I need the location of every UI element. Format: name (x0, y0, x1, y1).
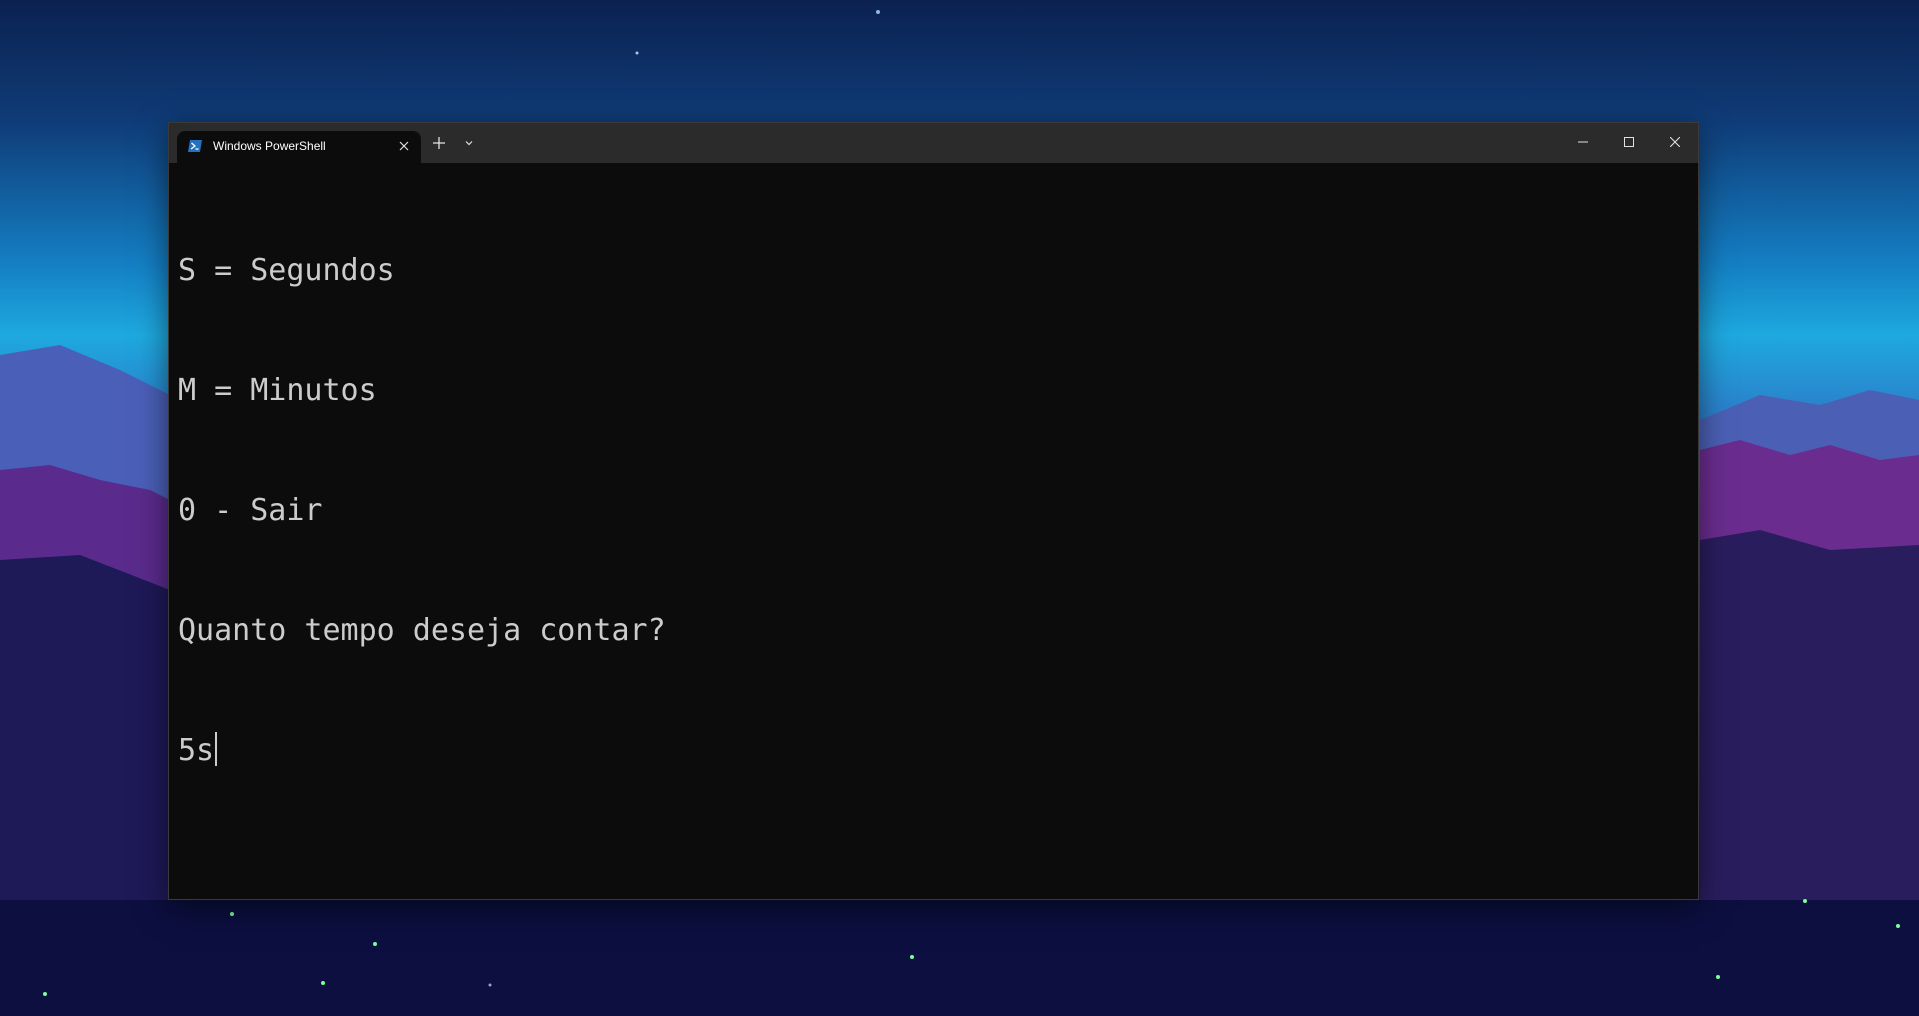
maximize-icon (1624, 137, 1634, 147)
terminal-window[interactable]: Windows PowerShell S = Segundos M = Minu… (169, 123, 1698, 899)
console-line: S = Segundos (178, 253, 395, 288)
title-bar[interactable]: Windows PowerShell (169, 123, 1698, 163)
close-icon (1670, 137, 1680, 147)
console-line: 0 - Sair (178, 493, 323, 528)
terminal-output[interactable]: S = Segundos M = Minutos 0 - Sair Quanto… (169, 163, 1698, 899)
console-text: S = Segundos M = Minutos 0 - Sair Quanto… (178, 171, 666, 851)
console-line: Quanto tempo deseja contar? (178, 613, 666, 648)
tab-windows-powershell[interactable]: Windows PowerShell (177, 131, 421, 163)
close-button[interactable] (1652, 123, 1698, 163)
console-line: M = Minutos (178, 373, 377, 408)
powershell-icon (188, 140, 202, 152)
tab-title: Windows PowerShell (213, 139, 326, 153)
console-input[interactable]: 5s (178, 733, 214, 768)
close-tab-icon[interactable] (397, 139, 411, 153)
minimize-icon (1578, 141, 1588, 143)
text-cursor (215, 732, 218, 766)
minimize-button[interactable] (1560, 123, 1606, 163)
chevron-down-icon[interactable] (463, 137, 475, 149)
plus-icon[interactable] (431, 135, 447, 151)
console-input-line[interactable]: 5s (178, 731, 666, 771)
maximize-button[interactable] (1606, 123, 1652, 163)
